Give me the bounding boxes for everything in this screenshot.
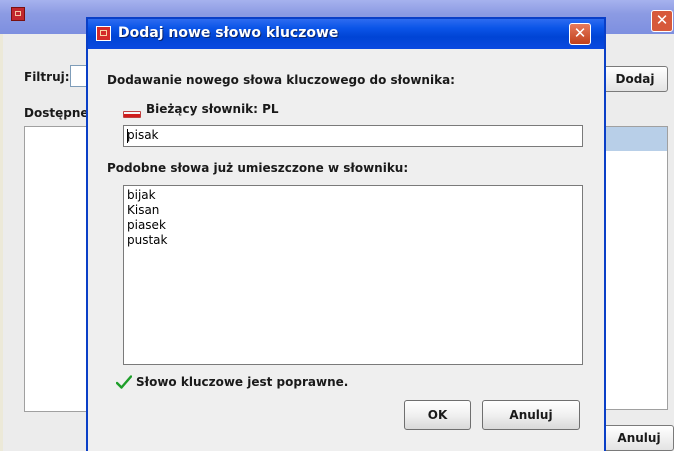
available-list[interactable] <box>24 126 94 412</box>
filter-label: Filtruj: <box>24 70 70 84</box>
dictionary-label: Bieżący słownik: PL <box>146 102 279 116</box>
dialog-heading: Dodawanie nowego słowa kluczowego do sło… <box>107 73 455 87</box>
check-icon <box>116 375 132 389</box>
dialog-title: Dodaj nowe słowo kluczowe <box>118 25 339 41</box>
keyword-input[interactable]: pisak <box>123 125 583 147</box>
add-keyword-dialog: Dodaj nowe słowo kluczowe ✕ Dodawanie no… <box>86 17 606 451</box>
list-item[interactable]: Kisan <box>127 203 579 218</box>
available-label: Dostępne <box>24 106 89 120</box>
app-icon <box>11 7 25 21</box>
similar-words-list[interactable]: bijak Kisan piasek pustak <box>123 185 583 365</box>
keyword-input-value: pisak <box>127 128 159 142</box>
dialog-close-icon[interactable]: ✕ <box>569 23 591 45</box>
cancel-button[interactable]: Anuluj <box>482 400 580 430</box>
parent-cancel-button[interactable]: Anuluj <box>594 425 674 451</box>
list-item[interactable]: bijak <box>127 188 579 203</box>
flag-pl-icon <box>123 111 141 118</box>
list-item[interactable]: pustak <box>127 233 579 248</box>
dialog-app-icon <box>96 26 111 41</box>
similar-words-heading: Podobne słowa już umieszczone w słowniku… <box>107 161 409 175</box>
parent-close-icon[interactable]: ✕ <box>651 10 673 32</box>
ok-button[interactable]: OK <box>404 400 471 430</box>
list-item[interactable]: piasek <box>127 218 579 233</box>
dialog-title-bar: Dodaj nowe słowo kluczowe ✕ <box>88 19 604 49</box>
status-message: Słowo kluczowe jest poprawne. <box>136 375 349 389</box>
